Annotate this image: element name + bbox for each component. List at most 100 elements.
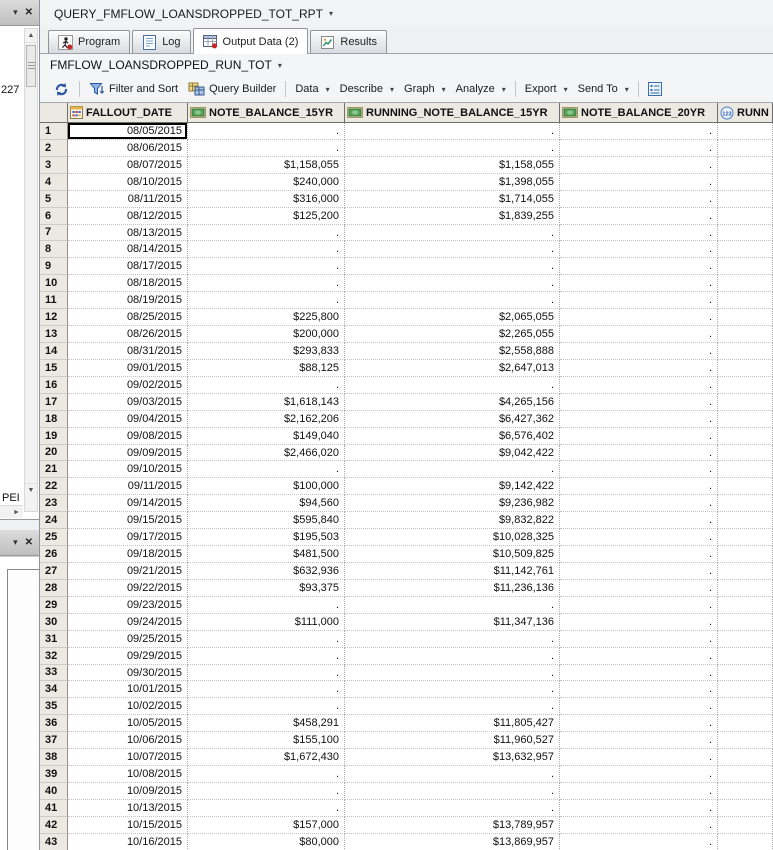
cell-note-balance-15yr[interactable]: . (188, 224, 345, 242)
column-header-running-note-balance-15yr[interactable]: RUNNING_NOTE_BALANCE_15YR (345, 103, 560, 123)
cell-note-balance-15yr[interactable]: $88,125 (188, 359, 345, 377)
cell-fallout-date[interactable]: 10/08/2015 (68, 766, 188, 783)
cell-fallout-date[interactable]: 08/13/2015 (68, 224, 188, 242)
row-number[interactable]: 18 (40, 410, 68, 428)
cell-running-note-balance-15yr[interactable]: $11,142,761 (345, 562, 560, 580)
cell-note-balance-15yr[interactable]: . (188, 292, 345, 310)
cell-note-balance-15yr[interactable]: . (188, 139, 345, 157)
cell-running-note-balance-15yr[interactable]: $2,647,013 (345, 359, 560, 377)
dock-menu-icon[interactable]: ▾ (13, 7, 18, 18)
cell-fallout-date[interactable]: 09/10/2015 (68, 461, 188, 479)
cell-runn[interactable] (718, 546, 773, 563)
cell-note-balance-20yr[interactable]: . (560, 224, 718, 242)
row-number[interactable]: 28 (40, 579, 68, 597)
cell-note-balance-15yr[interactable]: $2,162,206 (188, 410, 345, 428)
cell-note-balance-20yr[interactable]: . (560, 275, 718, 293)
cell-runn[interactable] (718, 596, 773, 614)
cell-fallout-date[interactable]: 10/09/2015 (68, 782, 188, 800)
cell-note-balance-15yr[interactable]: . (188, 799, 345, 817)
row-number[interactable]: 33 (40, 664, 68, 682)
cell-running-note-balance-15yr[interactable]: . (345, 139, 560, 157)
cell-running-note-balance-15yr[interactable]: . (345, 376, 560, 394)
cell-runn[interactable] (718, 749, 773, 767)
cell-running-note-balance-15yr[interactable]: $1,158,055 (345, 156, 560, 174)
cell-note-balance-15yr[interactable]: . (188, 630, 345, 648)
cell-note-balance-20yr[interactable]: . (560, 732, 718, 750)
cell-note-balance-15yr[interactable]: $1,618,143 (188, 393, 345, 411)
cell-fallout-date[interactable]: 08/19/2015 (68, 292, 188, 310)
cell-fallout-date[interactable]: 09/21/2015 (68, 562, 188, 580)
cell-note-balance-20yr[interactable]: . (560, 495, 718, 513)
cell-note-balance-15yr[interactable]: . (188, 123, 345, 140)
row-number[interactable]: 31 (40, 630, 68, 648)
row-number[interactable]: 9 (40, 258, 68, 276)
cell-note-balance-15yr[interactable]: $458,291 (188, 715, 345, 733)
tab-log[interactable]: Log (132, 30, 191, 53)
cell-note-balance-15yr[interactable]: . (188, 596, 345, 614)
cell-note-balance-15yr[interactable]: $80,000 (188, 833, 345, 850)
cell-runn[interactable] (718, 715, 773, 733)
row-number[interactable]: 3 (40, 156, 68, 174)
cell-note-balance-15yr[interactable]: . (188, 241, 345, 259)
cell-running-note-balance-15yr[interactable]: $11,960,527 (345, 732, 560, 750)
cell-running-note-balance-15yr[interactable]: $1,714,055 (345, 190, 560, 208)
cell-fallout-date[interactable]: 09/15/2015 (68, 512, 188, 530)
row-number[interactable]: 2 (40, 139, 68, 157)
cell-running-note-balance-15yr[interactable]: $4,265,156 (345, 393, 560, 411)
cell-fallout-date[interactable]: 09/25/2015 (68, 630, 188, 648)
cell-note-balance-20yr[interactable]: . (560, 207, 718, 225)
dock-close-icon[interactable]: ✕ (25, 537, 33, 548)
cell-note-balance-20yr[interactable]: . (560, 173, 718, 191)
selected-cell[interactable]: 08/05/2015 (68, 123, 188, 140)
cell-fallout-date[interactable]: 08/12/2015 (68, 207, 188, 225)
cell-runn[interactable] (718, 698, 773, 716)
cell-fallout-date[interactable]: 08/10/2015 (68, 173, 188, 191)
cell-running-note-balance-15yr[interactable]: $1,398,055 (345, 173, 560, 191)
cell-running-note-balance-15yr[interactable]: $9,142,422 (345, 478, 560, 496)
cell-fallout-date[interactable]: 09/09/2015 (68, 444, 188, 462)
cell-fallout-date[interactable]: 09/29/2015 (68, 647, 188, 665)
cell-running-note-balance-15yr[interactable]: $6,576,402 (345, 427, 560, 445)
cell-note-balance-20yr[interactable]: . (560, 512, 718, 530)
cell-fallout-date[interactable]: 08/07/2015 (68, 156, 188, 174)
cell-fallout-date[interactable]: 10/05/2015 (68, 715, 188, 733)
column-header-fallout-date[interactable]: FALLOUT_DATE (68, 103, 188, 123)
cell-note-balance-15yr[interactable]: . (188, 766, 345, 783)
cell-runn[interactable] (718, 512, 773, 530)
row-number[interactable]: 21 (40, 461, 68, 479)
scroll-down-icon[interactable]: ▼ (25, 483, 37, 497)
menu-graph[interactable]: Graph ▾ (399, 81, 451, 97)
cell-fallout-date[interactable]: 09/03/2015 (68, 393, 188, 411)
cell-note-balance-20yr[interactable]: . (560, 833, 718, 850)
cell-fallout-date[interactable]: 10/07/2015 (68, 749, 188, 767)
cell-note-balance-15yr[interactable]: $481,500 (188, 546, 345, 563)
cell-fallout-date[interactable]: 09/04/2015 (68, 410, 188, 428)
cell-running-note-balance-15yr[interactable]: $10,509,825 (345, 546, 560, 563)
cell-running-note-balance-15yr[interactable]: $13,869,957 (345, 833, 560, 850)
row-number[interactable]: 10 (40, 275, 68, 293)
cell-fallout-date[interactable]: 09/11/2015 (68, 478, 188, 496)
dataset-selector[interactable]: FMFLOW_LOANSDROPPED_RUN_TOT ▾ (40, 54, 773, 76)
row-number[interactable]: 17 (40, 393, 68, 411)
cell-note-balance-20yr[interactable]: . (560, 139, 718, 157)
cell-fallout-date[interactable]: 10/15/2015 (68, 816, 188, 834)
cell-note-balance-15yr[interactable]: $632,936 (188, 562, 345, 580)
cell-note-balance-15yr[interactable]: . (188, 664, 345, 682)
cell-running-note-balance-15yr[interactable]: $2,558,888 (345, 342, 560, 360)
cell-note-balance-20yr[interactable]: . (560, 190, 718, 208)
dock-vertical-scrollbar[interactable]: ▲ ▼ (24, 28, 38, 512)
cell-runn[interactable] (718, 342, 773, 360)
cell-note-balance-15yr[interactable]: $93,375 (188, 579, 345, 597)
cell-runn[interactable] (718, 562, 773, 580)
cell-note-balance-20yr[interactable]: . (560, 698, 718, 716)
cell-runn[interactable] (718, 359, 773, 377)
cell-note-balance-20yr[interactable]: . (560, 410, 718, 428)
row-number[interactable]: 27 (40, 562, 68, 580)
cell-runn[interactable] (718, 427, 773, 445)
row-number[interactable]: 4 (40, 173, 68, 191)
cell-running-note-balance-15yr[interactable]: $1,839,255 (345, 207, 560, 225)
cell-runn[interactable] (718, 410, 773, 428)
cell-note-balance-15yr[interactable]: . (188, 782, 345, 800)
cell-running-note-balance-15yr[interactable]: . (345, 799, 560, 817)
cell-runn[interactable] (718, 326, 773, 343)
